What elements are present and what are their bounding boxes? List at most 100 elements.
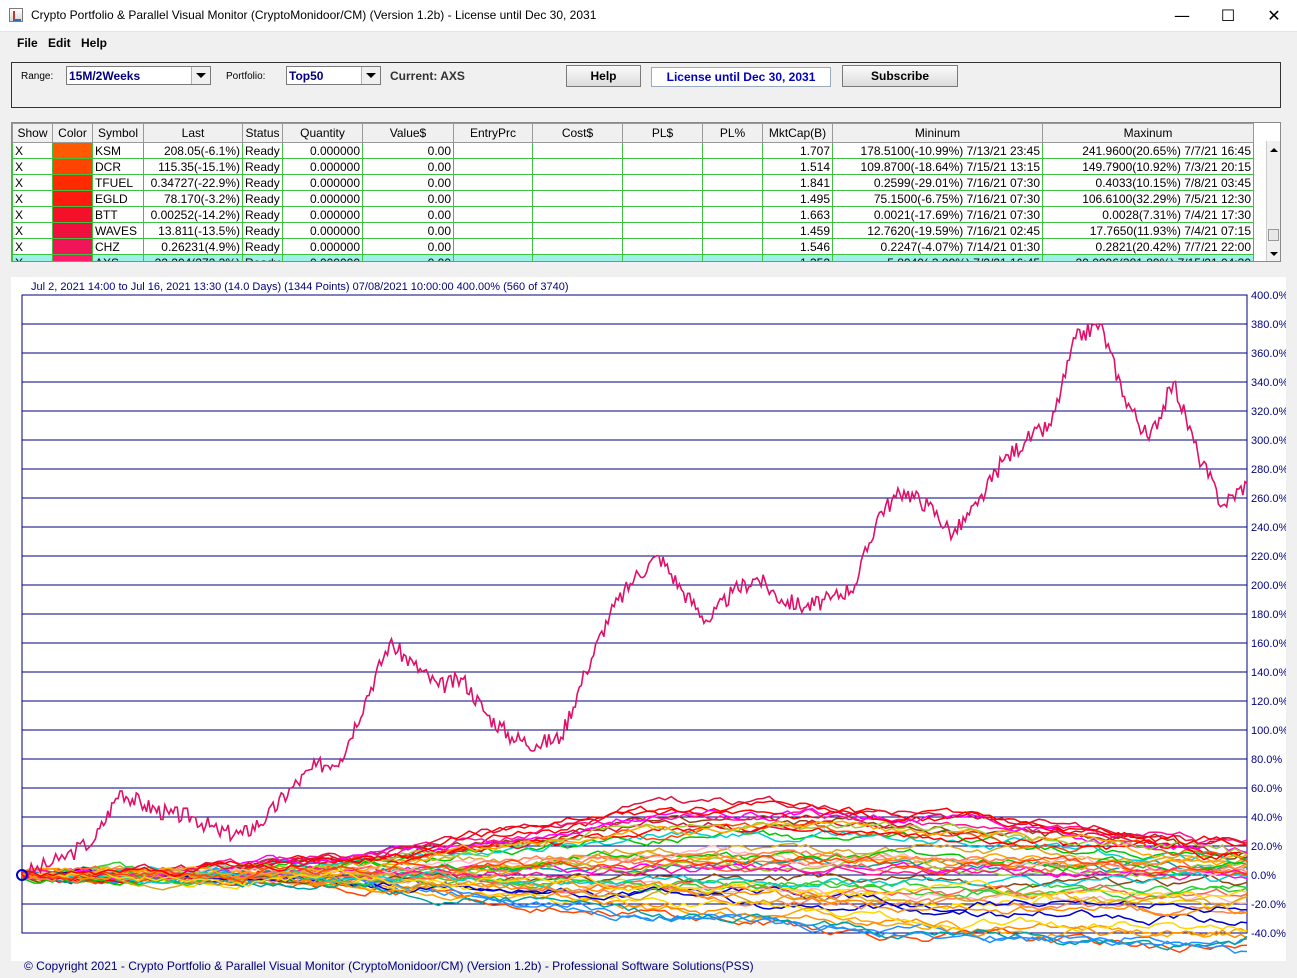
color-swatch[interactable] bbox=[52, 174, 93, 191]
cell-min[interactable]: 178.5100(-10.99%) 7/13/21 23:45 bbox=[832, 142, 1043, 159]
table-row[interactable]: X TFUEL 0.34727(-22.9%) Ready 0.000000 0.00 1.… bbox=[12, 174, 1254, 191]
cell-max[interactable]: 0.4033(10.15%) 7/8/21 03:45 bbox=[1042, 174, 1254, 191]
cell-mktcap[interactable]: 1.841 bbox=[762, 174, 833, 191]
scroll-up-icon[interactable] bbox=[1267, 143, 1280, 157]
cell-empty[interactable] bbox=[532, 238, 623, 255]
chart-panel[interactable]: Jul 2, 2021 14:00 to Jul 16, 2021 13:30 … bbox=[11, 277, 1286, 961]
cell-last[interactable]: 13.811(-13.5%) bbox=[143, 222, 243, 239]
cell-empty[interactable] bbox=[453, 174, 533, 191]
cell-last[interactable]: 0.34727(-22.9%) bbox=[143, 174, 243, 191]
cell-max[interactable]: 0.2821(20.42%) 7/7/21 22:00 bbox=[1042, 238, 1254, 255]
cell-symbol[interactable]: BTT bbox=[92, 206, 144, 223]
cell-mktcap[interactable]: 1.352 bbox=[762, 254, 833, 261]
cell-empty[interactable] bbox=[453, 206, 533, 223]
cell-max[interactable]: 241.9600(20.65%) 7/7/21 16:45 bbox=[1042, 142, 1254, 159]
cell-quantity[interactable]: 0.000000 bbox=[282, 254, 363, 261]
cell-show[interactable]: X bbox=[12, 206, 53, 223]
cell-value[interactable]: 0.00 bbox=[362, 190, 454, 207]
column-header[interactable]: PL$ bbox=[622, 123, 703, 143]
color-swatch[interactable] bbox=[52, 222, 93, 239]
table-row[interactable]: X EGLD 78.170(-3.2%) Ready 0.000000 0.00 1.495… bbox=[12, 190, 1254, 207]
cell-quantity[interactable]: 0.000000 bbox=[282, 174, 363, 191]
scroll-down-icon[interactable] bbox=[1267, 247, 1280, 261]
cell-status[interactable]: Ready bbox=[242, 142, 283, 159]
cell-max[interactable]: 29.0996(381.89%) 7/15/21 04:30 bbox=[1042, 254, 1254, 261]
column-header[interactable]: Show bbox=[12, 123, 53, 143]
cell-empty[interactable] bbox=[532, 190, 623, 207]
cell-last[interactable]: 0.00252(-14.2%) bbox=[143, 206, 243, 223]
cell-value[interactable]: 0.00 bbox=[362, 206, 454, 223]
menu-help[interactable]: Help bbox=[81, 36, 107, 50]
column-header[interactable]: Cost$ bbox=[532, 123, 623, 143]
column-header[interactable]: Maxinum bbox=[1042, 123, 1254, 143]
cell-empty[interactable] bbox=[453, 254, 533, 261]
cell-value[interactable]: 0.00 bbox=[362, 222, 454, 239]
color-swatch[interactable] bbox=[52, 238, 93, 255]
cell-empty[interactable] bbox=[702, 190, 763, 207]
cell-mktcap[interactable]: 1.459 bbox=[762, 222, 833, 239]
cell-min[interactable]: 109.8700(-18.64%) 7/15/21 13:15 bbox=[832, 158, 1043, 175]
cell-show[interactable]: X bbox=[12, 142, 53, 159]
minimize-button[interactable]: — bbox=[1159, 0, 1205, 31]
table-row[interactable]: X KSM 208.05(-6.1%) Ready 0.000000 0.00 1.707 1… bbox=[12, 142, 1254, 159]
cell-empty[interactable] bbox=[532, 222, 623, 239]
cell-empty[interactable] bbox=[622, 190, 703, 207]
column-header[interactable]: PL% bbox=[702, 123, 763, 143]
cell-symbol[interactable]: AXS bbox=[92, 254, 144, 261]
color-swatch[interactable] bbox=[52, 190, 93, 207]
subscribe-button[interactable]: Subscribe bbox=[842, 65, 958, 87]
cell-empty[interactable] bbox=[702, 206, 763, 223]
cell-quantity[interactable]: 0.000000 bbox=[282, 238, 363, 255]
cell-last[interactable]: 208.05(-6.1%) bbox=[143, 142, 243, 159]
cell-status[interactable]: Ready bbox=[242, 222, 283, 239]
cell-max[interactable]: 17.7650(11.93%) 7/4/21 07:15 bbox=[1042, 222, 1254, 239]
column-header[interactable]: Color bbox=[52, 123, 93, 143]
cell-last[interactable]: 0.26231(4.9%) bbox=[143, 238, 243, 255]
cell-mktcap[interactable]: 1.707 bbox=[762, 142, 833, 159]
cell-empty[interactable] bbox=[622, 254, 703, 261]
cell-empty[interactable] bbox=[453, 238, 533, 255]
cell-empty[interactable] bbox=[532, 254, 623, 261]
cell-empty[interactable] bbox=[622, 158, 703, 175]
cell-status[interactable]: Ready bbox=[242, 206, 283, 223]
cell-status[interactable]: Ready bbox=[242, 158, 283, 175]
cell-status[interactable]: Ready bbox=[242, 174, 283, 191]
cell-mktcap[interactable]: 1.546 bbox=[762, 238, 833, 255]
cell-quantity[interactable]: 0.000000 bbox=[282, 222, 363, 239]
cell-symbol[interactable]: KSM bbox=[92, 142, 144, 159]
table-row[interactable]: X DCR 115.35(-15.1%) Ready 0.000000 0.00 1.514… bbox=[12, 158, 1254, 175]
maximize-button[interactable]: ☐ bbox=[1205, 0, 1251, 31]
cell-empty[interactable] bbox=[702, 238, 763, 255]
cell-empty[interactable] bbox=[622, 142, 703, 159]
cell-min[interactable]: 12.7620(-19.59%) 7/16/21 02:45 bbox=[832, 222, 1043, 239]
portfolio-select[interactable]: Top50 bbox=[286, 66, 381, 85]
cell-empty[interactable] bbox=[453, 190, 533, 207]
performance-chart[interactable]: 400.0% 380.0% 360.0% 340.0% 320.0% 300.0% 280.… bbox=[11, 277, 1286, 961]
cell-empty[interactable] bbox=[702, 222, 763, 239]
close-button[interactable]: ✕ bbox=[1251, 0, 1297, 31]
cell-show[interactable]: X bbox=[12, 222, 53, 239]
cell-quantity[interactable]: 0.000000 bbox=[282, 206, 363, 223]
cell-status[interactable]: Ready bbox=[242, 254, 283, 261]
cell-empty[interactable] bbox=[532, 142, 623, 159]
cell-last[interactable]: 22.204(272.3%) bbox=[143, 254, 243, 261]
cell-status[interactable]: Ready bbox=[242, 238, 283, 255]
cell-empty[interactable] bbox=[453, 158, 533, 175]
cell-mktcap[interactable]: 1.663 bbox=[762, 206, 833, 223]
cell-empty[interactable] bbox=[702, 254, 763, 261]
cell-min[interactable]: 0.2599(-29.01%) 7/16/21 07:30 bbox=[832, 174, 1043, 191]
cell-min[interactable]: 0.0021(-17.69%) 7/16/21 07:30 bbox=[832, 206, 1043, 223]
cell-symbol[interactable]: CHZ bbox=[92, 238, 144, 255]
column-header[interactable]: Status bbox=[242, 123, 283, 143]
cell-max[interactable]: 0.0028(7.31%) 7/4/21 17:30 bbox=[1042, 206, 1254, 223]
chevron-down-icon[interactable] bbox=[191, 67, 210, 84]
cell-empty[interactable] bbox=[622, 174, 703, 191]
cell-symbol[interactable]: WAVES bbox=[92, 222, 144, 239]
cell-empty[interactable] bbox=[532, 206, 623, 223]
cell-show[interactable]: X bbox=[12, 238, 53, 255]
table-row[interactable]: X AXS22.204(272.3%)Ready0.0000000.00 1.352… bbox=[12, 254, 1254, 261]
table-scrollbar[interactable] bbox=[1266, 141, 1280, 261]
help-button[interactable]: Help bbox=[566, 65, 641, 87]
table-row[interactable]: X BTT 0.00252(-14.2%) Ready 0.000000 0.00 1.66… bbox=[12, 206, 1254, 223]
cell-min[interactable]: 5.8040(-3.89%) 7/2/21 16:45 bbox=[832, 254, 1043, 261]
